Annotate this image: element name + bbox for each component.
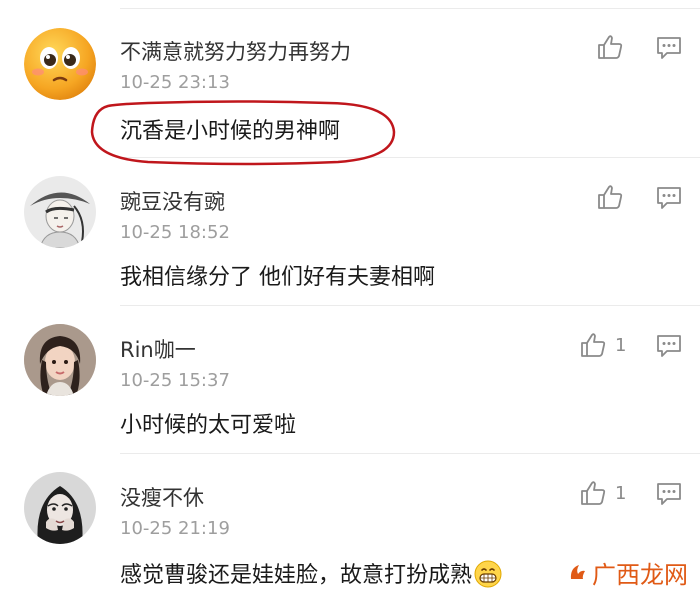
grin-emoji <box>474 560 502 588</box>
avatar[interactable] <box>24 324 96 396</box>
emoji-face-avatar <box>24 28 96 100</box>
avatar[interactable] <box>24 176 96 248</box>
like-button[interactable]: 1 <box>579 330 626 360</box>
username[interactable]: Rin咖一 <box>120 334 196 364</box>
comment-time: 10-25 21:19 <box>120 518 230 539</box>
sketch-girl-avatar <box>24 176 96 248</box>
avatar[interactable] <box>24 472 96 544</box>
username[interactable]: 没瘦不休 <box>120 482 204 512</box>
comment-item: Rin咖一 10-25 15:37 小时候的太可爱啦 1 <box>0 306 700 454</box>
like-count: 1 <box>615 334 627 356</box>
thumbs-up-icon <box>598 185 623 209</box>
comment-bubble-icon <box>657 187 681 209</box>
reply-button[interactable] <box>655 184 683 212</box>
thumbs-up-icon <box>581 481 606 505</box>
comment-time: 10-25 18:52 <box>120 222 230 243</box>
like-button[interactable]: 1 <box>579 478 626 508</box>
comment-text-body: 感觉曹骏还是娃娃脸，故意打扮成熟 <box>120 563 473 588</box>
comment-item: 豌豆没有豌 10-25 18:52 我相信缘分了 他们好有夫妻相啊 <box>0 158 700 306</box>
comment-text: 沉香是小时候的男神啊 <box>120 119 341 144</box>
reply-button[interactable] <box>655 332 683 360</box>
reply-button[interactable] <box>655 480 683 508</box>
comment-time: 10-25 23:13 <box>120 72 230 93</box>
comment-bubble-icon <box>657 483 681 505</box>
comment-bubble-icon <box>657 37 681 59</box>
thumbs-up-icon <box>581 333 606 357</box>
username[interactable]: 豌豆没有豌 <box>120 186 225 216</box>
thumbs-up-icon <box>598 35 623 59</box>
comment-time: 10-25 15:37 <box>120 370 230 391</box>
watermark-logo-icon <box>570 565 585 579</box>
reply-button[interactable] <box>655 34 683 62</box>
like-button[interactable] <box>596 182 632 212</box>
username[interactable]: 不满意就努力努力再努力 <box>120 36 351 66</box>
photo-girl-bw-avatar <box>24 472 96 544</box>
watermark-text: 广西龙网 <box>592 560 688 589</box>
photo-girl-avatar <box>24 324 96 396</box>
like-count: 1 <box>615 482 627 504</box>
comment-text: 感觉曹骏还是娃娃脸，故意打扮成熟 <box>120 557 502 589</box>
comment-text: 我相信缘分了 他们好有夫妻相啊 <box>120 265 435 290</box>
comment-bubble-icon <box>657 335 681 357</box>
watermark: 广西龙网 <box>568 552 688 592</box>
avatar[interactable] <box>24 28 96 100</box>
comment-text: 小时候的太可爱啦 <box>120 413 297 438</box>
comment-item: 不满意就努力努力再努力 10-25 23:13 沉香是小时候的男神啊 <box>0 8 700 158</box>
like-button[interactable] <box>596 32 632 62</box>
